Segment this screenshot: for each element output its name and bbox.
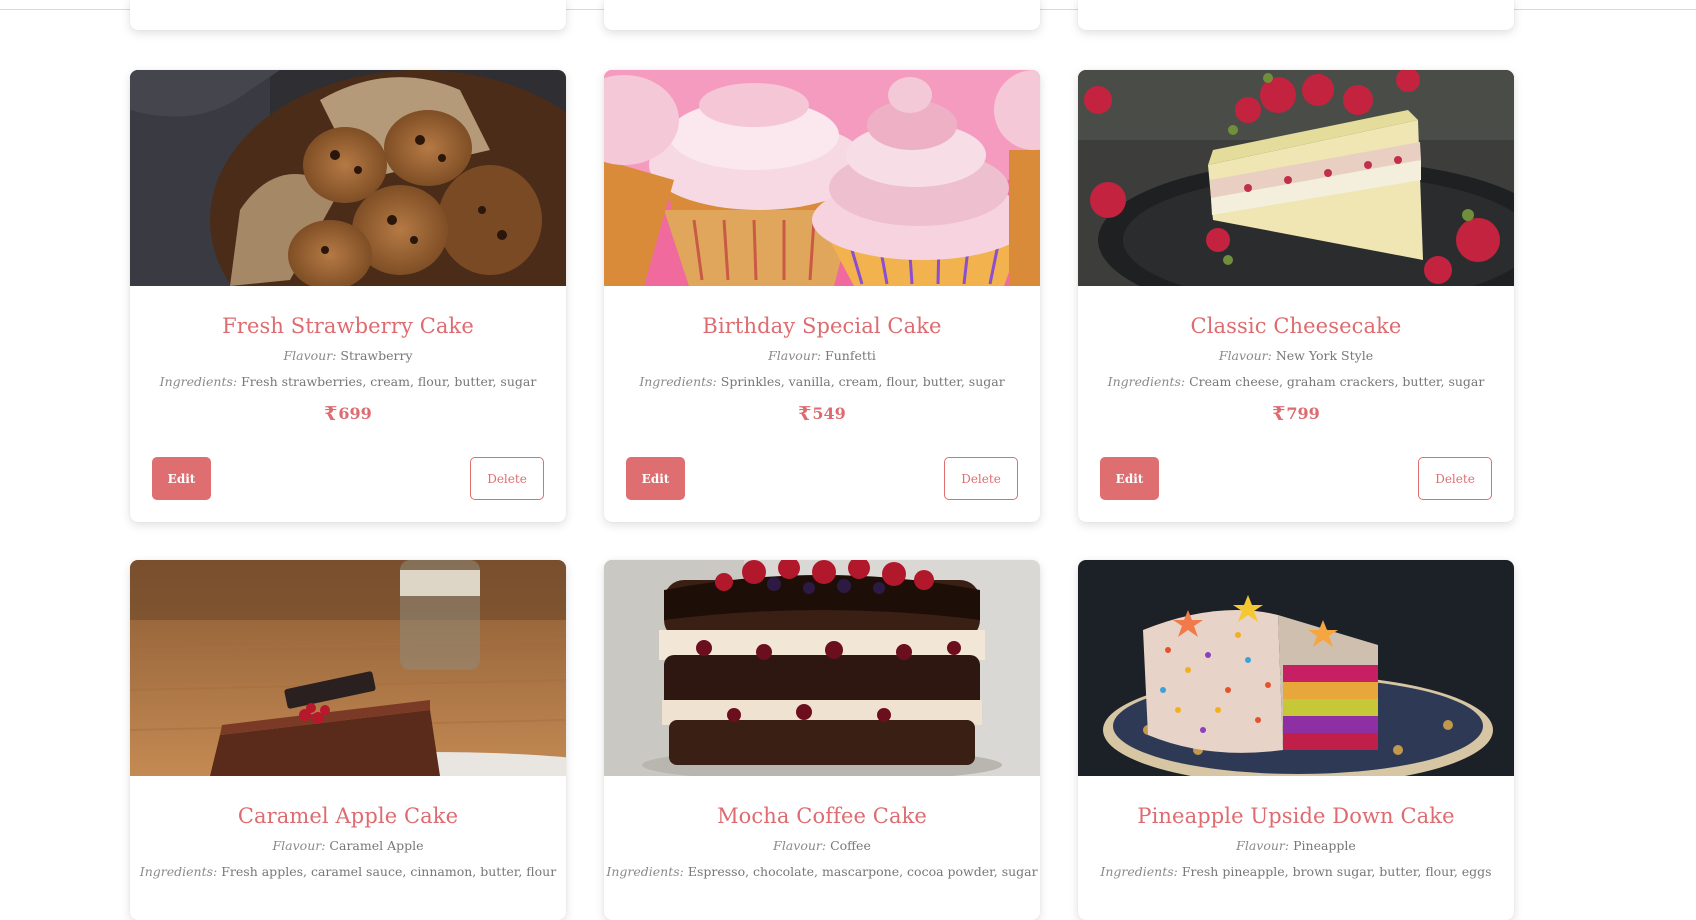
cake-price: ₹699 [130, 403, 566, 425]
delete-button[interactable]: Delete [1418, 457, 1492, 500]
ingredients-value: Espresso, chocolate, mascarpone, cocoa p… [687, 864, 1038, 879]
flavour-value: Funfetti [825, 348, 876, 363]
edit-button[interactable]: Edit [626, 457, 685, 500]
delete-button[interactable]: Delete [470, 457, 544, 500]
ingredients-label: Ingredients: [639, 374, 717, 389]
ingredients-label: Ingredients: [1107, 374, 1186, 389]
ingredients-value: Sprinkles, vanilla, cream, flour, butter… [720, 374, 1005, 389]
flavour-label: Flavour: [1236, 838, 1290, 853]
cake-name: Birthday Special Cake [702, 314, 942, 338]
cake-grid: Fresh Strawberry Cake Flavour: Strawberr… [130, 0, 1515, 920]
cake-photo [130, 560, 566, 776]
ingredients-value: Fresh pineapple, brown sugar, butter, fl… [1181, 864, 1492, 879]
cake-flavour: Flavour: Funfetti [604, 348, 1040, 363]
cake-flavour: Flavour: Strawberry [130, 348, 566, 363]
cake-ingredients: Ingredients: Cream cheese, graham cracke… [1078, 374, 1514, 389]
ingredients-label: Ingredients: [606, 864, 684, 879]
previous-card-bottom [130, 0, 566, 30]
cake-photo [1078, 560, 1514, 776]
cake-price: ₹799 [1078, 403, 1514, 425]
cake-name: Classic Cheesecake [1190, 314, 1402, 338]
cake-card: Classic Cheesecake Flavour: New York Sty… [1078, 70, 1514, 522]
cake-card: Birthday Special Cake Flavour: Funfetti … [604, 70, 1040, 522]
edit-button[interactable]: Edit [1100, 457, 1159, 500]
flavour-label: Flavour: [1218, 348, 1272, 363]
cake-photo [130, 70, 566, 286]
ingredients-label: Ingredients: [159, 374, 238, 389]
previous-card-bottom [1078, 0, 1514, 30]
cake-flavour: Flavour: Pineapple [1078, 838, 1514, 853]
cake-price: ₹549 [604, 403, 1040, 425]
flavour-label: Flavour: [773, 838, 827, 853]
cake-photo [604, 560, 1040, 776]
flavour-label: Flavour: [768, 348, 822, 363]
flavour-value: Coffee [830, 838, 871, 853]
cake-card: Pineapple Upside Down Cake Flavour: Pine… [1078, 560, 1514, 920]
rupee-icon: ₹ [798, 403, 812, 425]
cake-photo [604, 70, 1040, 286]
cake-photo [1078, 70, 1514, 286]
cake-name: Fresh Strawberry Cake [222, 314, 474, 338]
delete-button[interactable]: Delete [944, 457, 1018, 500]
flavour-value: Strawberry [340, 348, 413, 363]
card-actions: Edit Delete [152, 457, 544, 500]
flavour-value: Pineapple [1293, 838, 1356, 853]
edit-button[interactable]: Edit [152, 457, 211, 500]
ingredients-value: Fresh strawberries, cream, flour, butter… [241, 374, 537, 389]
price-value: 699 [338, 404, 372, 423]
cake-ingredients: Ingredients: Fresh apples, caramel sauce… [130, 864, 566, 879]
cake-card: Mocha Coffee Cake Flavour: Coffee Ingred… [604, 560, 1040, 920]
cake-flavour: Flavour: Coffee [604, 838, 1040, 853]
cake-name: Caramel Apple Cake [237, 804, 459, 828]
price-value: 549 [812, 404, 846, 423]
cake-ingredients: Ingredients: Fresh strawberries, cream, … [130, 374, 566, 389]
flavour-label: Flavour: [272, 838, 326, 853]
price-value: 799 [1286, 404, 1320, 423]
cake-ingredients: Ingredients: Fresh pineapple, brown suga… [1078, 864, 1514, 879]
cake-flavour: Flavour: Caramel Apple [130, 838, 566, 853]
rupee-icon: ₹ [324, 403, 338, 425]
flavour-value: Caramel Apple [329, 838, 424, 853]
cake-flavour: Flavour: New York Style [1078, 348, 1514, 363]
cake-name: Mocha Coffee Cake [717, 804, 927, 828]
ingredients-value: Fresh apples, caramel sauce, cinnamon, b… [221, 864, 557, 879]
card-actions: Edit Delete [1100, 457, 1492, 500]
previous-card-bottom [604, 0, 1040, 30]
flavour-label: Flavour: [283, 348, 337, 363]
card-actions: Edit Delete [626, 457, 1018, 500]
cake-card: Fresh Strawberry Cake Flavour: Strawberr… [130, 70, 566, 522]
rupee-icon: ₹ [1272, 403, 1286, 425]
cake-ingredients: Ingredients: Sprinkles, vanilla, cream, … [604, 374, 1040, 389]
cake-name: Pineapple Upside Down Cake [1137, 804, 1455, 828]
ingredients-value: Cream cheese, graham crackers, butter, s… [1189, 374, 1485, 389]
cake-ingredients: Ingredients: Espresso, chocolate, mascar… [604, 864, 1040, 879]
ingredients-label: Ingredients: [1100, 864, 1178, 879]
flavour-value: New York Style [1275, 348, 1374, 363]
cake-card: Caramel Apple Cake Flavour: Caramel Appl… [130, 560, 566, 920]
ingredients-label: Ingredients: [139, 864, 218, 879]
